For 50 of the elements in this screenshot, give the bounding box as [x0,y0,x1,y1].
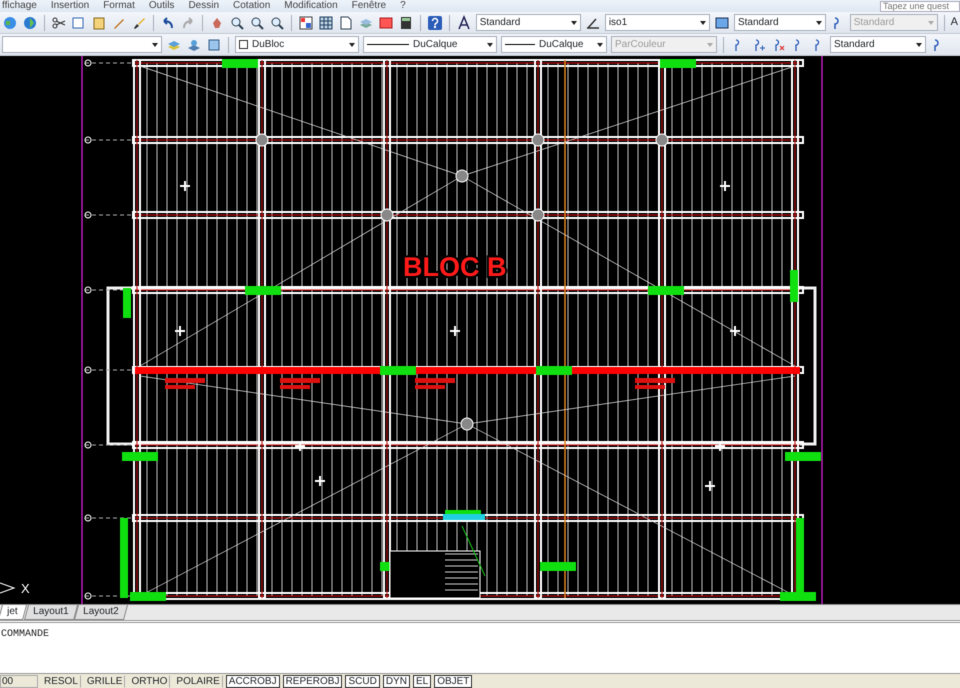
status-toggle[interactable]: REPEROBJ [282,674,342,688]
menu-item[interactable]: Modification [284,1,338,11]
menu-item[interactable]: Format [103,1,135,11]
multileader-style-combo[interactable]: Standard [830,36,926,53]
status-toggle[interactable]: OBJET [434,674,472,688]
ucs-icon [0,582,16,594]
document-icon[interactable] [338,14,354,30]
toolbar-label: A [950,15,958,30]
menu-item[interactable]: Cotation [233,1,270,11]
menu-item[interactable]: ? [400,1,406,11]
status-toggle[interactable]: RESOL [41,674,81,688]
text-style-combo[interactable]: Standard [476,14,581,31]
grid-icon[interactable] [318,14,334,30]
menu-item[interactable]: Insertion [50,1,90,11]
status-toggle[interactable]: GRILLE [84,674,126,688]
command-prompt-text: COMMANDE [1,628,50,642]
axis-label: X [21,581,30,596]
layout-tab[interactable]: jet [0,605,27,620]
coordinates-readout: 00 [0,674,38,688]
help-search-field[interactable]: Tapez une quest [880,0,960,12]
paste-icon[interactable] [90,14,107,30]
help-icon[interactable] [426,14,443,30]
line-sample-icon [367,44,409,45]
color-swatch-icon [239,40,248,49]
lineweight-combo[interactable]: DuCalque [501,36,607,53]
menu-item[interactable]: Outils [148,1,174,11]
table-style-combo[interactable]: Standard [734,14,826,31]
status-toggle[interactable]: DYN [382,674,410,688]
dimension-style-combo[interactable]: iso1 [604,14,710,31]
zoom-icon[interactable] [228,14,245,30]
status-toggle[interactable]: EL [412,674,432,688]
scissors-icon[interactable] [50,14,67,30]
status-toggle[interactable]: ACCROBJ [226,674,280,688]
globe-icon[interactable] [22,14,38,30]
text-style-icon[interactable] [456,14,472,30]
zoom-icon[interactable] [248,14,265,30]
status-toggle[interactable]: POLAIRE [173,674,223,688]
linetype-combo[interactable]: DuCalque [363,36,497,53]
line-sample-icon [505,44,535,45]
globe-icon[interactable] [2,14,18,30]
menu-item[interactable]: ffichage [2,1,37,11]
color-combo[interactable]: DuBloc [235,36,359,53]
layout-tab[interactable]: Layout1 [24,605,78,620]
layout-tab[interactable]: Layout2 [74,605,128,620]
zoom-icon[interactable] [268,14,285,30]
menu-item[interactable]: Fenêtre [352,1,386,11]
properties-icon[interactable] [298,14,314,30]
status-toggle[interactable]: SCUD [345,674,380,688]
status-toggle[interactable]: ORTHO [128,674,170,688]
menu-item[interactable]: Dessin [188,1,220,11]
